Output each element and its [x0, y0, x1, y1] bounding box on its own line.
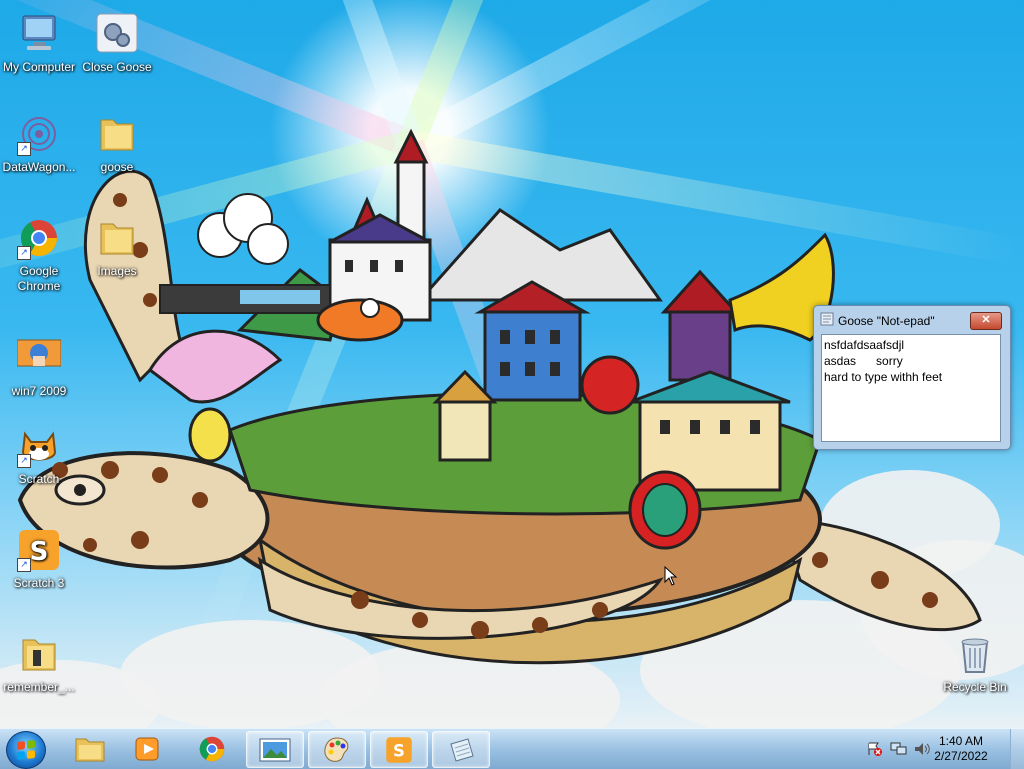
clock-date: 2/27/2022: [934, 749, 988, 763]
desktop-icon-label: Close Goose: [82, 60, 152, 74]
taskbar-photo-viewer[interactable]: [246, 731, 304, 768]
desktop-icon-close-goose[interactable]: Close Goose: [78, 12, 156, 75]
taskbar: S 1:40 AM 2/27/2022: [0, 728, 1024, 769]
folder-icon: [75, 738, 105, 761]
start-button[interactable]: [6, 731, 46, 769]
taskbar-clock[interactable]: 1:40 AM 2/27/2022: [931, 734, 991, 764]
taskbar-explorer[interactable]: [62, 731, 118, 766]
close-button[interactable]: ✕: [970, 312, 1002, 330]
desktop-icon-label: DataWagon...: [2, 160, 76, 174]
gears-icon: [95, 12, 139, 56]
scratch3-icon: S: [386, 736, 412, 763]
desktop-icon-goose-folder[interactable]: goose: [78, 112, 156, 175]
taskbar-chrome[interactable]: [184, 731, 240, 766]
window-title: Goose "Not-epad": [838, 313, 935, 328]
volume-icon[interactable]: [913, 741, 931, 762]
media-player-icon: [135, 737, 159, 760]
windows-logo-icon: [17, 740, 35, 760]
network-icon[interactable]: [890, 741, 908, 762]
scratch3-icon: S ↗: [17, 528, 61, 572]
desktop-icon-win7-2009[interactable]: win7 2009: [0, 336, 78, 399]
desktop-icon-recycle-bin[interactable]: Recycle Bin: [936, 632, 1014, 695]
taskbar-scratch-3[interactable]: S: [370, 731, 428, 768]
notepad-text-area[interactable]: nsfdafdsaafsdjl asdas sorry hard to type…: [821, 334, 1001, 442]
notepad-window[interactable]: Goose "Not-epad" ✕ nsfdafdsaafsdjl asdas…: [813, 305, 1011, 450]
chrome-icon: ↗: [17, 216, 61, 260]
desktop-icon-scratch-3[interactable]: S ↗ Scratch 3: [0, 528, 78, 591]
folder-icon: [17, 632, 61, 676]
desktop-icon-my-computer[interactable]: My Computer: [0, 12, 78, 75]
desktop-icon-label: My Computer: [2, 60, 76, 74]
notepad-icon: [820, 312, 834, 329]
shortcut-arrow-icon: ↗: [17, 142, 31, 156]
desktop-icon-label: goose: [100, 160, 134, 174]
chrome-icon: [199, 736, 225, 761]
taskbar-notepad[interactable]: [432, 731, 490, 768]
clock-time: 1:40 AM: [938, 734, 984, 748]
text-line: asdas sorry: [824, 354, 903, 368]
desktop-icon-datawagon[interactable]: ↗ DataWagon...: [0, 112, 78, 175]
picture-icon: [259, 738, 291, 761]
taskbar-paint[interactable]: [308, 731, 366, 768]
spiral-icon: ↗: [17, 112, 61, 156]
desktop-icon-label: Recycle Bin: [943, 680, 1007, 694]
svg-text:S: S: [30, 537, 49, 567]
notepad-icon: [450, 737, 474, 762]
desktop-icon-label: Scratch: [18, 472, 60, 486]
desktop-icon-label: win7 2009: [11, 384, 67, 398]
shortcut-arrow-icon: ↗: [17, 558, 31, 572]
image-thumbnail-icon: [16, 336, 62, 380]
shortcut-arrow-icon: ↗: [17, 454, 31, 468]
mouse-cursor-icon: [664, 566, 678, 586]
desktop-icon-remember[interactable]: remember_...: [0, 632, 78, 695]
show-desktop-button[interactable]: [1010, 729, 1024, 769]
text-line: nsfdafdsaafsdjl: [824, 338, 905, 352]
desktop-icon-label: Google Chrome: [17, 264, 61, 293]
desktop-icon-images-folder[interactable]: Images: [78, 216, 156, 279]
shortcut-arrow-icon: ↗: [17, 246, 31, 260]
svg-text:S: S: [393, 741, 405, 760]
folder-icon: [95, 216, 139, 260]
scratch-cat-icon: ↗: [17, 424, 61, 468]
action-center-flag-icon[interactable]: [866, 741, 882, 762]
taskbar-media-player[interactable]: [120, 731, 176, 766]
window-titlebar[interactable]: Goose "Not-epad": [820, 312, 935, 329]
recycle-bin-icon: [953, 632, 997, 676]
desktop-icon-label: Scratch 3: [13, 576, 65, 590]
paint-palette-icon: [324, 736, 349, 762]
desktop-icon-label: Images: [97, 264, 137, 278]
desktop-icon-scratch[interactable]: ↗ Scratch: [0, 424, 78, 487]
computer-icon: [17, 12, 61, 56]
folder-icon: [95, 112, 139, 156]
desktop-icon-label: remember_...: [3, 680, 75, 694]
text-line: hard to type withh feet: [824, 370, 943, 384]
desktop-icon-google-chrome[interactable]: ↗ Google Chrome: [0, 216, 78, 294]
